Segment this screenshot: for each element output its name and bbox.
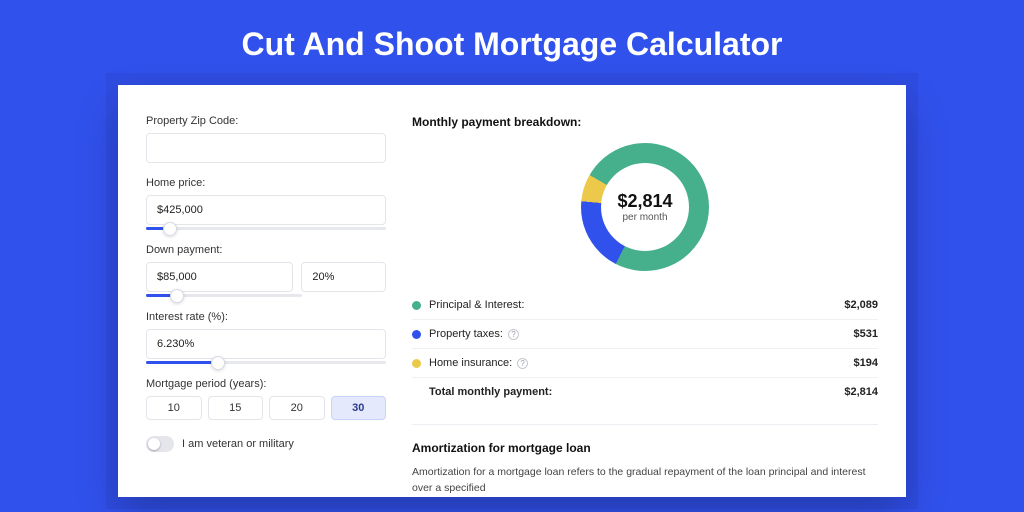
zip-label: Property Zip Code: (146, 115, 386, 127)
donut-chart-wrap: $2,814 per month (412, 143, 878, 271)
slider-thumb[interactable] (170, 289, 184, 303)
down-payment-slider[interactable] (146, 294, 302, 297)
slider-thumb[interactable] (163, 222, 177, 236)
slider-thumb[interactable] (211, 356, 225, 370)
legend-swatch (412, 359, 421, 368)
legend-label: Home insurance:? (429, 357, 854, 369)
amortization-section: Amortization for mortgage loan Amortizat… (412, 424, 878, 497)
home-price-input[interactable] (146, 195, 386, 225)
home-price-slider[interactable] (146, 227, 386, 230)
period-button-30[interactable]: 30 (331, 396, 387, 420)
zip-input[interactable] (146, 133, 386, 163)
mortgage-period-field: Mortgage period (years): 10152030 (146, 378, 386, 420)
donut-sublabel: per month (622, 212, 667, 223)
period-button-20[interactable]: 20 (269, 396, 325, 420)
legend-row: Principal & Interest:$2,089 (412, 291, 878, 320)
interest-rate-field: Interest rate (%): (146, 311, 386, 364)
donut-chart: $2,814 per month (581, 143, 709, 271)
info-icon[interactable]: ? (508, 329, 519, 340)
period-button-15[interactable]: 15 (208, 396, 264, 420)
interest-rate-input[interactable] (146, 329, 386, 359)
period-button-10[interactable]: 10 (146, 396, 202, 420)
down-payment-input[interactable] (146, 262, 293, 292)
page-title: Cut And Shoot Mortgage Calculator (0, 0, 1024, 85)
legend-value: $531 (854, 328, 878, 340)
breakdown-title: Monthly payment breakdown: (412, 115, 878, 129)
veteran-toggle-row: I am veteran or military (146, 436, 386, 452)
home-price-field: Home price: (146, 177, 386, 230)
donut-amount: $2,814 (617, 191, 672, 212)
total-row: Total monthly payment: $2,814 (412, 378, 878, 406)
legend-label: Property taxes:? (429, 328, 854, 340)
home-price-label: Home price: (146, 177, 386, 189)
down-payment-field: Down payment: (146, 244, 386, 297)
total-label: Total monthly payment: (429, 386, 844, 398)
legend-row: Property taxes:?$531 (412, 320, 878, 349)
calculator-card: Property Zip Code: Home price: Down paym… (118, 85, 906, 497)
inputs-column: Property Zip Code: Home price: Down paym… (146, 115, 386, 497)
info-icon[interactable]: ? (517, 358, 528, 369)
breakdown-column: Monthly payment breakdown: $2,814 per mo… (412, 115, 878, 497)
interest-rate-label: Interest rate (%): (146, 311, 386, 323)
veteran-toggle[interactable] (146, 436, 174, 452)
legend-value: $194 (854, 357, 878, 369)
legend-swatch (412, 301, 421, 310)
amortization-title: Amortization for mortgage loan (412, 441, 878, 455)
donut-center: $2,814 per month (601, 163, 689, 251)
total-value: $2,814 (844, 386, 878, 398)
down-payment-label: Down payment: (146, 244, 386, 256)
amortization-text: Amortization for a mortgage loan refers … (412, 465, 878, 497)
legend: Principal & Interest:$2,089Property taxe… (412, 291, 878, 378)
down-payment-pct-input[interactable] (301, 262, 386, 292)
legend-label: Principal & Interest: (429, 299, 844, 311)
interest-rate-slider[interactable] (146, 361, 386, 364)
zip-field: Property Zip Code: (146, 115, 386, 163)
legend-row: Home insurance:?$194 (412, 349, 878, 378)
legend-swatch (412, 330, 421, 339)
legend-value: $2,089 (844, 299, 878, 311)
veteran-label: I am veteran or military (182, 438, 294, 450)
mortgage-period-label: Mortgage period (years): (146, 378, 386, 390)
